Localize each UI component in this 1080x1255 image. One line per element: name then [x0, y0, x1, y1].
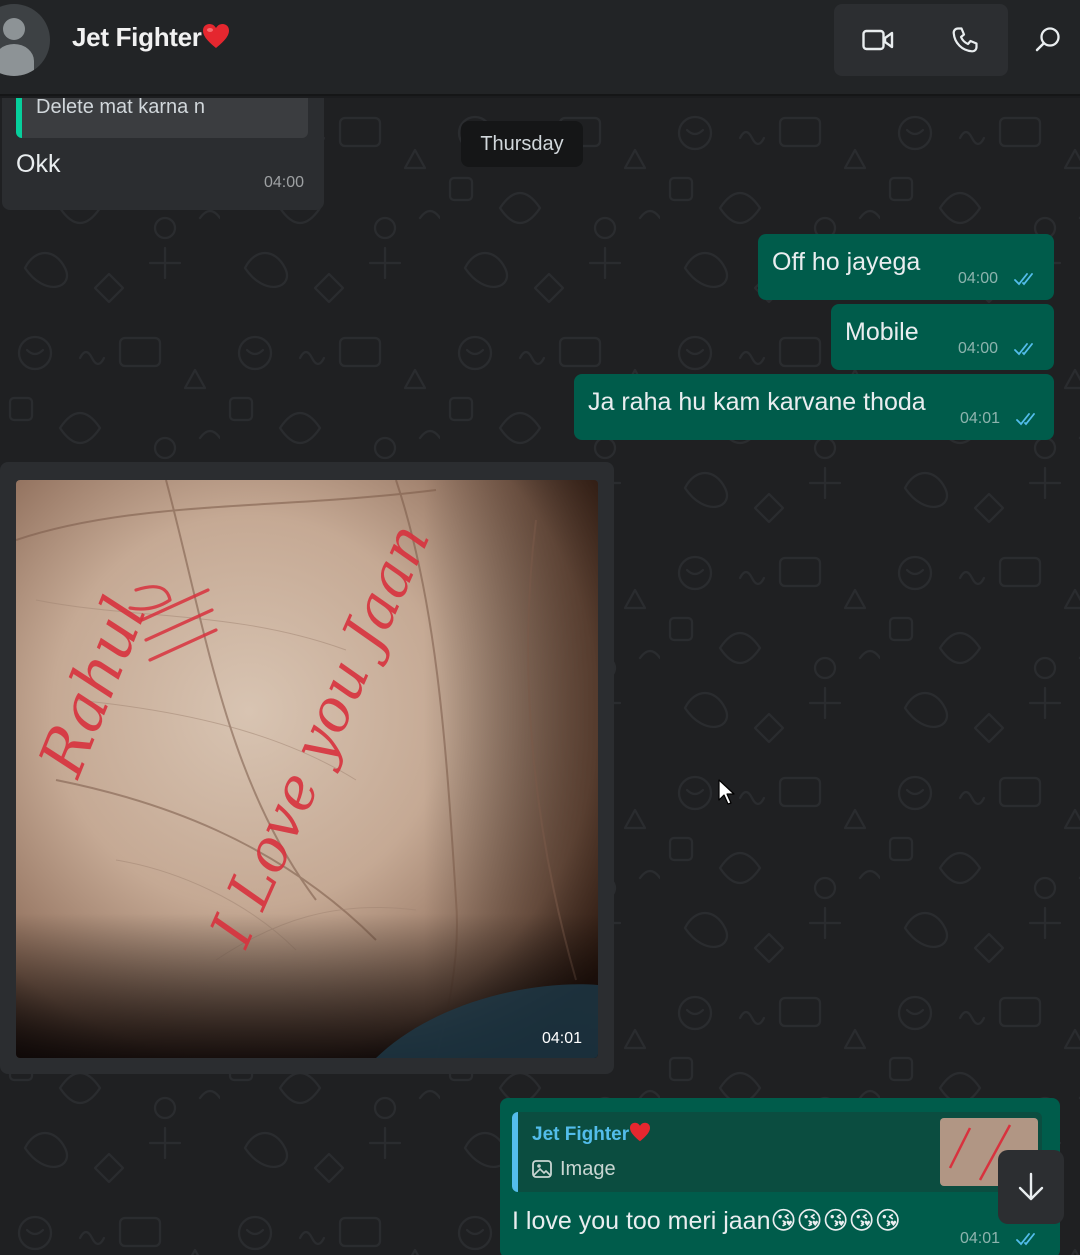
message-outgoing-reply[interactable]: Jet Fighter Image I love you too meri ja…: [500, 1098, 1060, 1255]
contact-name-text: Jet Fighter: [72, 22, 202, 52]
read-receipt-icon: [1016, 1233, 1035, 1246]
voice-call-button[interactable]: [921, 4, 1008, 76]
read-receipt-icon: [1014, 343, 1033, 356]
message-incoming-image[interactable]: Rahul I Love you Jaan 04:01: [0, 462, 614, 1074]
message-time: 04:00: [958, 340, 999, 357]
message-time: 04:01: [960, 410, 1001, 427]
chat-area[interactable]: Delete mat karna n Okk 04:00 Thursday Of…: [0, 98, 1080, 1255]
quoted-message[interactable]: Jet Fighter Image: [512, 1112, 1042, 1192]
search-button[interactable]: [1018, 10, 1078, 70]
scroll-to-bottom-button[interactable]: [998, 1150, 1064, 1224]
message-text: Mobile: [845, 318, 919, 346]
message-incoming-1[interactable]: Delete mat karna n Okk 04:00: [2, 98, 324, 210]
message-time: 04:01: [960, 1230, 1001, 1247]
message-outgoing-2[interactable]: Mobile 04:00: [831, 304, 1054, 370]
message-outgoing-1[interactable]: Off ho jayega 04:00: [758, 234, 1054, 300]
heart-emoji-icon: [630, 1122, 651, 1142]
message-text: Ja raha hu kam karvane thoda: [588, 388, 926, 416]
contact-name[interactable]: Jet Fighter: [72, 22, 230, 53]
message-time: 04:00: [264, 174, 305, 191]
message-text: Off ho jayega: [772, 248, 921, 276]
arrow-down-icon: [1018, 1172, 1044, 1201]
message-photo[interactable]: Rahul I Love you Jaan: [16, 480, 598, 1058]
search-icon: [1035, 27, 1060, 52]
call-buttons-group: [834, 4, 1008, 76]
video-call-button[interactable]: [834, 4, 921, 76]
palm-photo: Rahul I Love you Jaan: [16, 480, 598, 1058]
quoted-author: Jet Fighter: [532, 1122, 651, 1146]
read-receipt-icon: [1016, 413, 1035, 426]
video-call-icon: [861, 29, 893, 51]
quoted-text: Delete mat karna n: [36, 98, 205, 118]
chat-header: Jet Fighter: [0, 0, 1080, 96]
avatar-icon: [3, 18, 25, 40]
voice-call-icon: [952, 27, 978, 53]
quoted-message[interactable]: Delete mat karna n: [16, 98, 308, 138]
quoted-kind: Image: [560, 1158, 616, 1180]
mouse-cursor-icon: [718, 779, 735, 805]
message-time: 04:00: [958, 270, 999, 287]
heart-emoji-icon: [202, 24, 229, 48]
image-icon: [532, 1160, 552, 1178]
kiss-emoji-group: 😘😘😘😘😘: [770, 1207, 901, 1235]
message-outgoing-3[interactable]: Ja raha hu kam karvane thoda 04:01: [574, 374, 1054, 440]
read-receipt-icon: [1014, 273, 1033, 286]
date-separator: Thursday: [461, 121, 583, 167]
message-text: I love you too meri jaan😘😘😘😘😘: [512, 1207, 901, 1235]
message-text: Okk: [16, 150, 61, 178]
message-time: 04:01: [542, 1030, 583, 1047]
contact-avatar[interactable]: [0, 4, 50, 76]
